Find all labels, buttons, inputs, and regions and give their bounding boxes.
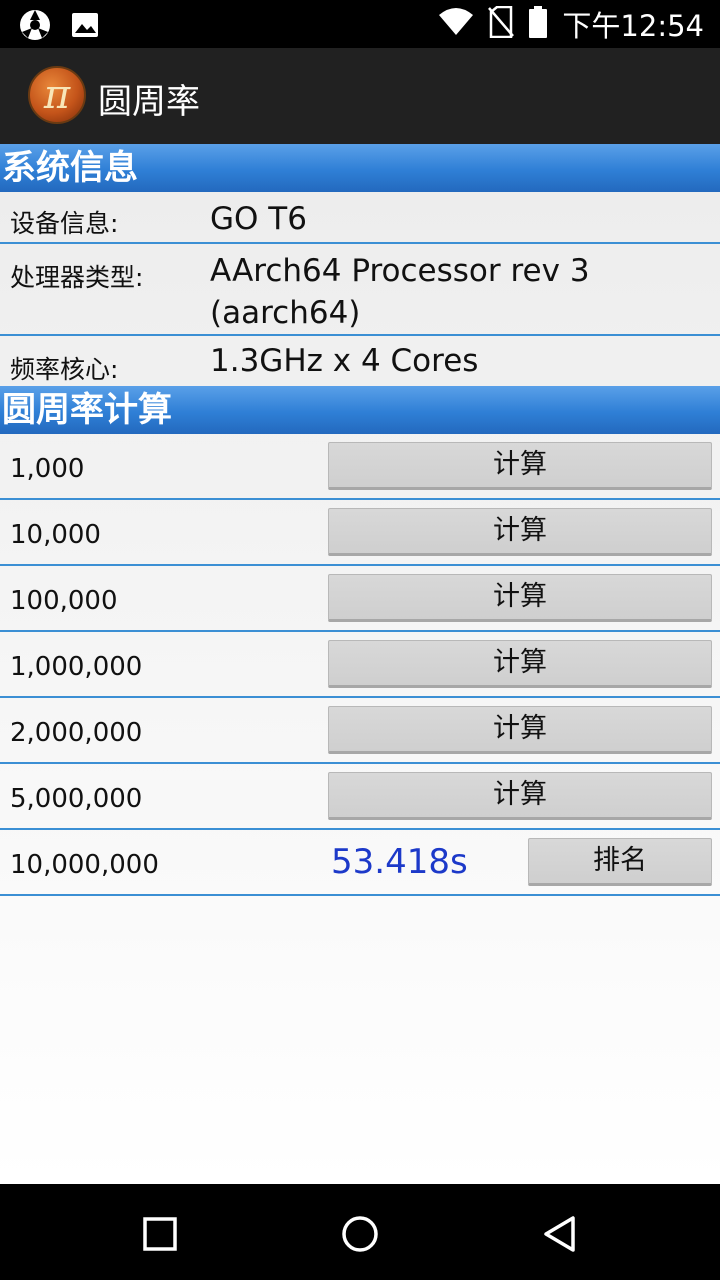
back-icon[interactable] bbox=[540, 1214, 580, 1254]
rank-button[interactable]: 排名 bbox=[528, 838, 712, 886]
status-time: 下午12:54 bbox=[562, 9, 704, 43]
calc-button-2000000[interactable]: 计算 bbox=[328, 706, 712, 754]
calc-button-5000000[interactable]: 计算 bbox=[328, 772, 712, 820]
pi-logo-glyph: π bbox=[43, 72, 71, 118]
calc-row-1000000: 1,000,000 计算 bbox=[0, 632, 720, 698]
calc-digits-label: 1,000,000 bbox=[10, 652, 143, 682]
processor-type-value-line1: AArch64 Processor rev 3 bbox=[210, 253, 590, 289]
calc-row-2000000: 2,000,000 计算 bbox=[0, 698, 720, 764]
processor-type-value-line2: (aarch64) bbox=[210, 295, 361, 331]
pi-logo-icon: π bbox=[28, 66, 86, 124]
frequency-cores-value: 1.3GHz x 4 Cores bbox=[210, 343, 479, 379]
calc-button-1000000[interactable]: 计算 bbox=[328, 640, 712, 688]
calc-row-1000: 1,000 计算 bbox=[0, 434, 720, 500]
device-info-label: 设备信息: bbox=[10, 209, 119, 238]
calc-result-time: 53.418s bbox=[331, 842, 468, 882]
calc-row-5000000: 5,000,000 计算 bbox=[0, 764, 720, 830]
main-content: 系统信息 设备信息: GO T6 处理器类型: AArch64 Processo… bbox=[0, 144, 720, 1184]
calc-digits-label: 10,000 bbox=[10, 520, 101, 550]
frequency-cores-label: 频率核心: bbox=[10, 355, 119, 384]
nav-bar bbox=[0, 1184, 720, 1280]
calc-digits-label: 10,000,000 bbox=[10, 850, 159, 880]
sync-icon bbox=[18, 8, 52, 46]
app-title: 圆周率 bbox=[98, 82, 200, 122]
calc-row-10000: 10,000 计算 bbox=[0, 500, 720, 566]
calc-button-10000[interactable]: 计算 bbox=[328, 508, 712, 556]
calc-row-10000000: 10,000,000 53.418s 排名 bbox=[0, 830, 720, 896]
calc-digits-label: 2,000,000 bbox=[10, 718, 143, 748]
no-sim-icon bbox=[488, 5, 515, 42]
calc-digits-label: 5,000,000 bbox=[10, 784, 143, 814]
calc-button-100000[interactable]: 计算 bbox=[328, 574, 712, 622]
wifi-icon bbox=[438, 7, 474, 41]
frequency-cores-row: 频率核心: 1.3GHz x 4 Cores bbox=[0, 336, 720, 386]
calc-row-100000: 100,000 计算 bbox=[0, 566, 720, 632]
calc-digits-label: 1,000 bbox=[10, 454, 85, 484]
app-bar: π 圆周率 bbox=[0, 48, 720, 144]
processor-type-label: 处理器类型: bbox=[10, 263, 144, 292]
recents-icon[interactable] bbox=[140, 1214, 180, 1254]
calc-digits-label: 100,000 bbox=[10, 586, 118, 616]
home-icon[interactable] bbox=[340, 1214, 380, 1254]
image-icon bbox=[70, 10, 100, 44]
device-info-value: GO T6 bbox=[210, 201, 307, 237]
processor-type-row: 处理器类型: AArch64 Processor rev 3 (aarch64) bbox=[0, 244, 720, 336]
status-bar: 下午12:54 bbox=[0, 0, 720, 48]
device-info-row: 设备信息: GO T6 bbox=[0, 192, 720, 244]
calc-button-1000[interactable]: 计算 bbox=[328, 442, 712, 490]
system-info-header: 系统信息 bbox=[0, 144, 720, 192]
battery-icon bbox=[528, 6, 548, 42]
pi-calc-header: 圆周率计算 bbox=[0, 386, 720, 434]
